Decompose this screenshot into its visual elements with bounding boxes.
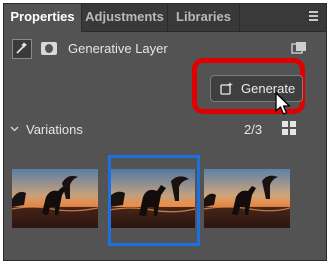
variation-thumbnail-3[interactable] <box>204 169 290 228</box>
tab-adjustments[interactable]: Adjustments <box>82 4 168 31</box>
layer-options-icon[interactable] <box>291 41 307 55</box>
variation-thumbnail-1[interactable] <box>12 169 98 228</box>
panel-menu-icon[interactable] <box>308 11 318 21</box>
tab-properties[interactable]: Properties <box>4 4 82 32</box>
mouse-cursor-icon <box>275 92 291 115</box>
grid-view-icon[interactable] <box>282 121 297 136</box>
variation-counter: 2/3 <box>244 122 263 137</box>
layer-mask-icon <box>41 42 57 55</box>
selected-variation-outline <box>108 155 200 246</box>
tab-bar: Properties Adjustments Libraries <box>4 4 326 32</box>
properties-panel: Properties Adjustments Libraries Generat… <box>3 3 327 261</box>
generative-layer-icon <box>12 39 32 59</box>
chevron-down-icon[interactable] <box>10 124 19 133</box>
variations-header[interactable]: Variations 2/3 <box>4 118 326 142</box>
variations-title: Variations <box>26 122 83 137</box>
tab-libraries[interactable]: Libraries <box>168 4 240 31</box>
layer-title: Generative Layer <box>68 41 168 56</box>
generate-sparkle-icon <box>220 82 233 95</box>
